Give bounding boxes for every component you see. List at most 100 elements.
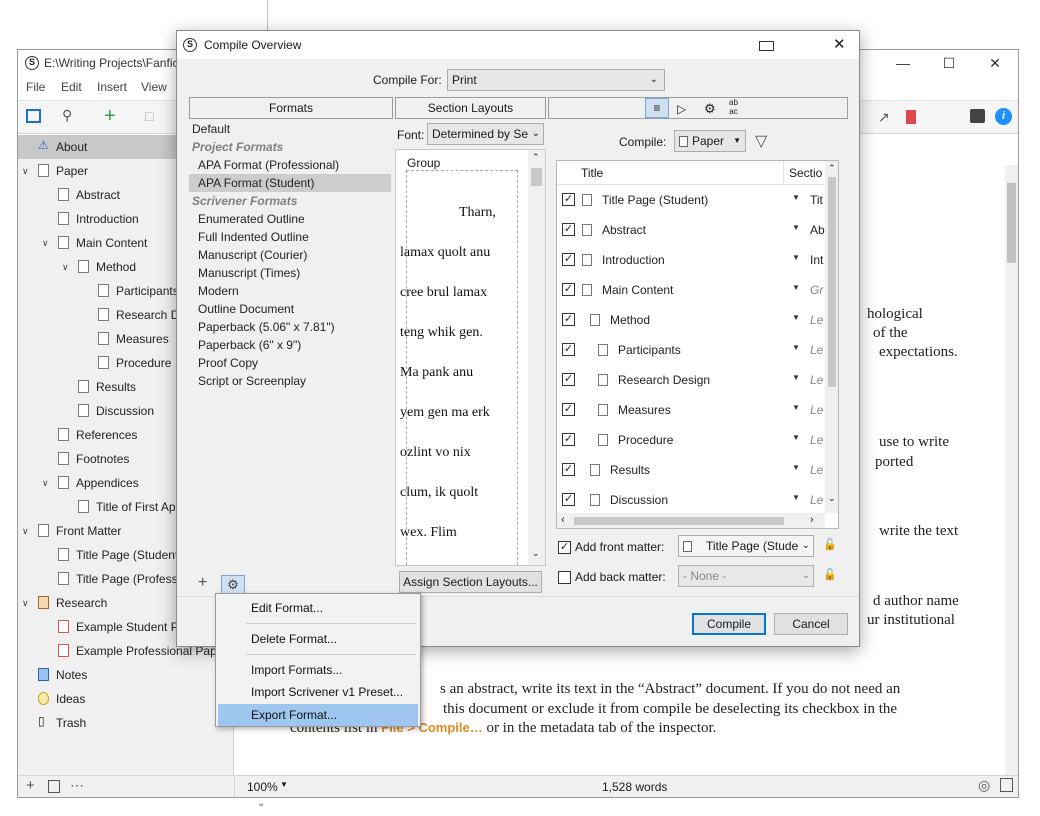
editor-scrollbar[interactable]	[1005, 165, 1018, 775]
binder-item[interactable]: Notes	[18, 663, 233, 687]
target-icon[interactable]: ◎	[978, 777, 990, 794]
share-icon[interactable]: ↗	[878, 109, 890, 126]
binder-toggle-icon[interactable]	[26, 109, 41, 123]
section-type-dropdown-icon[interactable]: ▼	[792, 493, 800, 502]
context-menu-item[interactable]: Edit Format...	[218, 597, 418, 619]
front-matter-lock-icon[interactable]: 🔓	[823, 538, 837, 551]
format-item[interactable]: Default	[189, 120, 391, 138]
search-icon[interactable]: ⚲	[62, 107, 72, 124]
column-section[interactable]: Sectio	[789, 166, 822, 180]
section-type-dropdown-icon[interactable]: ▼	[792, 223, 800, 232]
editor-scroll-thumb[interactable]	[1007, 183, 1016, 263]
chevron-down-icon[interactable]: ∨	[22, 519, 29, 543]
assign-section-layouts-button[interactable]: Assign Section Layouts...	[399, 571, 542, 593]
front-matter-checkbox[interactable]: ✓	[558, 541, 571, 554]
contents-vscroll-thumb[interactable]	[828, 177, 836, 387]
section-type-dropdown-icon[interactable]: ▼	[792, 253, 800, 262]
section-type-dropdown-icon[interactable]: ▼	[792, 283, 800, 292]
context-menu-item[interactable]: Delete Format...	[218, 628, 418, 650]
format-item[interactable]: Script or Screenplay	[189, 372, 391, 390]
chevron-down-icon[interactable]: ∨	[42, 231, 49, 255]
format-item[interactable]: Paperback (6" x 9")	[189, 336, 391, 354]
menu-view[interactable]: View	[141, 80, 167, 94]
format-item[interactable]: Enumerated Outline	[189, 210, 391, 228]
section-type-dropdown-icon[interactable]: ▼	[792, 403, 800, 412]
back-matter-lock-icon[interactable]: 🔓	[823, 568, 837, 581]
add-folder-icon[interactable]	[48, 780, 60, 793]
format-item[interactable]: APA Format (Professional)	[189, 156, 391, 174]
zoom-level[interactable]: 100%	[247, 780, 278, 794]
compile-scope-select[interactable]: Paper ▼	[674, 130, 746, 152]
format-item[interactable]: Manuscript (Courier)	[189, 246, 391, 264]
include-checkbox[interactable]: ✓	[562, 253, 575, 266]
contents-row[interactable]: ✓ Main Content ▼ Gr	[558, 275, 830, 305]
chevron-down-icon[interactable]: ∨	[42, 471, 49, 495]
metadata-tab-icon[interactable]: ▷	[677, 99, 686, 119]
front-matter-select[interactable]: Title Page (Stude ⌄	[678, 535, 814, 557]
format-item[interactable]: Proof Copy	[189, 354, 391, 372]
include-checkbox[interactable]: ✓	[562, 433, 575, 446]
contents-row[interactable]: ✓ Results ▼ Le	[558, 455, 830, 485]
include-checkbox[interactable]: ✓	[562, 403, 575, 416]
close-window-button[interactable]: ✕	[972, 50, 1018, 77]
composition-mode-icon[interactable]	[970, 109, 985, 123]
format-item[interactable]: APA Format (Student)	[189, 174, 391, 192]
compile-for-select[interactable]: Print ⌄	[447, 69, 665, 91]
trash-toolbar-icon[interactable]: □	[145, 108, 153, 124]
info-icon[interactable]: i	[995, 108, 1012, 125]
section-type-dropdown-icon[interactable]: ▼	[792, 463, 800, 472]
add-document-icon[interactable]: +	[26, 777, 35, 794]
contents-row[interactable]: ✓ Discussion ▼ Le	[558, 485, 830, 515]
context-menu-item[interactable]: Export Format...	[218, 704, 418, 726]
binder-item[interactable]: ▯ Trash	[18, 711, 233, 735]
column-title[interactable]: Title	[581, 166, 603, 180]
context-menu-item[interactable]: Import Scrivener v1 Preset...	[218, 681, 418, 703]
maximize-button[interactable]: ☐	[926, 50, 972, 77]
format-item[interactable]: Modern	[189, 282, 391, 300]
scroll-up-icon[interactable]: ⌃	[532, 152, 540, 163]
dialog-close-button[interactable]: ✕	[833, 35, 846, 53]
comment-icon[interactable]	[1000, 778, 1013, 792]
contents-row[interactable]: ✓ Participants ▼ Le	[558, 335, 830, 365]
include-checkbox[interactable]: ✓	[562, 313, 575, 326]
binder-item[interactable]: Ideas	[18, 687, 233, 711]
include-checkbox[interactable]: ✓	[562, 223, 575, 236]
contents-row[interactable]: ✓ Method ▼ Le	[558, 305, 830, 335]
menu-file[interactable]: File	[26, 80, 45, 94]
menu-edit[interactable]: Edit	[61, 80, 82, 94]
replacements-tab-icon[interactable]: ab ac	[729, 98, 738, 116]
filter-icon[interactable]: ▽	[755, 131, 767, 151]
format-gear-icon[interactable]: ⚙	[221, 575, 245, 595]
format-item[interactable]: Full Indented Outline	[189, 228, 391, 246]
contents-hscroll[interactable]: ‹ ›	[557, 513, 825, 528]
contents-row[interactable]: ✓ Abstract ▼ Ab	[558, 215, 830, 245]
contents-row[interactable]: ✓ Introduction ▼ Int	[558, 245, 830, 275]
chevron-down-icon[interactable]: ∨	[22, 591, 29, 615]
format-item[interactable]: Manuscript (Times)	[189, 264, 391, 282]
contents-hscroll-thumb[interactable]	[574, 517, 784, 525]
back-matter-select[interactable]: - None - ⌄	[678, 565, 814, 587]
zoom-chevron-icon[interactable]: ▼	[280, 780, 288, 789]
compile-button[interactable]: Compile	[692, 613, 766, 635]
add-icon[interactable]: +	[104, 105, 116, 128]
back-matter-checkbox[interactable]	[558, 571, 571, 584]
section-type-dropdown-icon[interactable]: ▼	[792, 193, 800, 202]
contents-tab-icon[interactable]: ≡	[645, 98, 669, 118]
bookmark-icon[interactable]	[906, 110, 916, 124]
format-item[interactable]: Paperback (5.06" x 7.81")	[189, 318, 391, 336]
scroll-down-icon[interactable]: ⌄	[532, 548, 540, 559]
include-checkbox[interactable]: ✓	[562, 373, 575, 386]
section-type-dropdown-icon[interactable]: ▼	[792, 433, 800, 442]
contents-row[interactable]: ✓ Research Design ▼ Le	[558, 365, 830, 395]
more-options-icon[interactable]: ⋯	[70, 777, 84, 794]
chevron-down-icon[interactable]: ∨	[22, 159, 29, 183]
include-checkbox[interactable]: ✓	[562, 283, 575, 296]
cancel-button[interactable]: Cancel	[774, 613, 848, 635]
layout-scroll-thumb[interactable]	[531, 168, 542, 186]
scroll-left-icon[interactable]: ‹	[561, 514, 565, 526]
add-format-icon[interactable]: +	[198, 574, 207, 592]
include-checkbox[interactable]: ✓	[562, 493, 575, 506]
dialog-resize-icon[interactable]	[759, 41, 774, 51]
layout-preview-scrollbar[interactable]: ⌃ ⌄	[528, 150, 545, 565]
section-type-dropdown-icon[interactable]: ▼	[792, 373, 800, 382]
